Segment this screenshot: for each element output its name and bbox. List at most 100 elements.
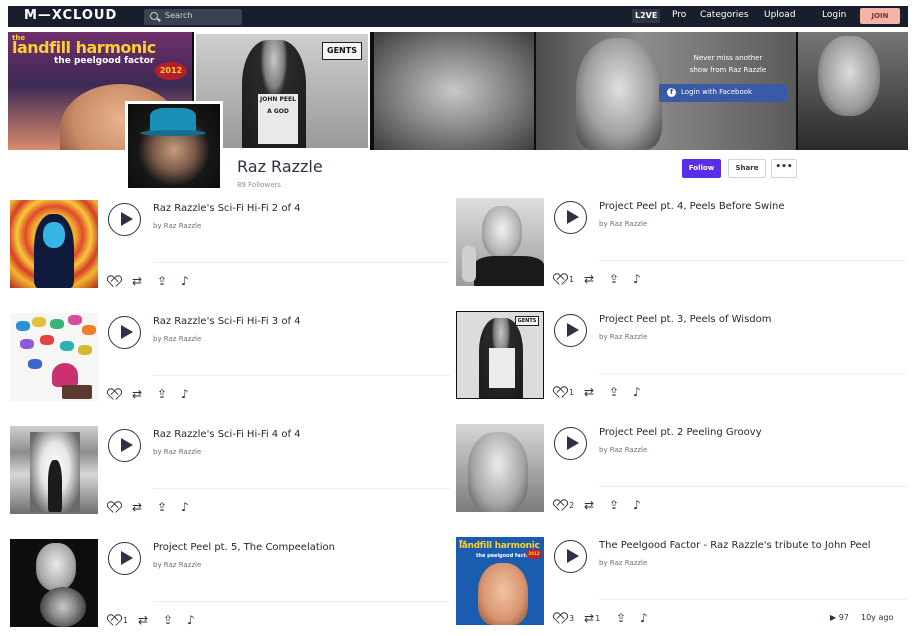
cover-subtitle: the peelgood factor [54, 56, 155, 66]
repost-button[interactable]: ⇄ [584, 272, 594, 286]
show-artwork[interactable]: the landfill harmonic the peelgood facto… [456, 537, 544, 625]
show-title[interactable]: Raz Razzle's Sci-Fi Hi-Fi 2 of 4 [153, 203, 301, 214]
play-button[interactable] [108, 203, 141, 236]
play-button[interactable] [554, 314, 587, 347]
show-title[interactable]: Raz Razzle's Sci-Fi Hi-Fi 3 of 4 [153, 316, 301, 327]
share-show-button[interactable]: ⇪ [163, 613, 173, 627]
show-card: GENTS Project Peel pt. 3, Peels of Wisdo… [456, 311, 907, 411]
show-title[interactable]: Project Peel pt. 4, Peels Before Swine [599, 201, 785, 212]
share-show-button[interactable]: ⇪ [616, 611, 626, 625]
repost-button[interactable]: ⇄1 [584, 611, 600, 627]
show-owner[interactable]: by Raz Razzle [153, 448, 201, 456]
live-link[interactable]: L2VE [632, 9, 661, 23]
show-owner[interactable]: by Raz Razzle [153, 561, 201, 569]
upload-share-icon: ⇪ [157, 274, 168, 288]
card-divider [599, 260, 907, 261]
play-button[interactable] [108, 429, 141, 462]
nav-login-link[interactable]: Login [822, 10, 846, 20]
show-title[interactable]: Project Peel pt. 5, The Compeelation [153, 542, 335, 553]
add-to-playlist-button[interactable]: ♪ [181, 274, 189, 288]
repost-button[interactable]: ⇄ [132, 274, 142, 288]
show-artwork[interactable]: GENTS [456, 311, 544, 399]
heart-icon [108, 502, 120, 513]
favorite-button[interactable]: 3 [554, 611, 574, 627]
share-button[interactable]: Share [728, 159, 766, 178]
add-to-playlist-button[interactable]: ♪ [181, 500, 189, 514]
show-artwork[interactable] [456, 198, 544, 286]
card-divider [599, 486, 907, 487]
show-artwork[interactable] [456, 424, 544, 512]
facebook-login-label: Login with Facebook [681, 88, 753, 96]
artwork-face [43, 222, 65, 248]
show-title[interactable]: The Peelgood Factor - Raz Razzle's tribu… [599, 540, 871, 551]
play-button[interactable] [108, 542, 141, 575]
nav-upload-link[interactable]: Upload [764, 10, 796, 20]
repost-icon: ⇄ [138, 613, 149, 627]
add-to-playlist-button[interactable]: ♪ [181, 387, 189, 401]
show-card: the landfill harmonic the peelgood facto… [456, 537, 907, 636]
share-show-button[interactable]: ⇪ [157, 274, 167, 288]
profile-avatar[interactable] [125, 101, 223, 191]
favorite-button[interactable]: 1 [554, 385, 574, 401]
play-button[interactable] [554, 201, 587, 234]
play-count-value: 97 [838, 613, 849, 622]
more-options-button[interactable]: ••• [771, 159, 797, 178]
gramophone-shape [52, 363, 78, 387]
add-to-playlist-button[interactable]: ♪ [633, 272, 641, 286]
show-title[interactable]: Project Peel pt. 2 Peeling Groovy [599, 427, 762, 438]
repost-button[interactable]: ⇄ [584, 498, 594, 512]
share-show-button[interactable]: ⇪ [609, 498, 619, 512]
show-artwork[interactable] [10, 426, 98, 514]
banner-photo-portrait [374, 32, 534, 150]
show-owner[interactable]: by Raz Razzle [599, 220, 647, 228]
add-to-playlist-button[interactable]: ♪ [187, 613, 195, 627]
show-artwork[interactable] [10, 200, 98, 288]
upload-share-icon: ⇪ [609, 498, 620, 512]
nav-categories-link[interactable]: Categories [700, 10, 749, 20]
show-artwork[interactable] [10, 313, 98, 401]
show-owner[interactable]: by Raz Razzle [153, 222, 201, 230]
search-input[interactable]: Search [144, 9, 242, 25]
favorite-button[interactable]: 1 [108, 613, 128, 629]
repost-button[interactable]: ⇄ [132, 500, 142, 514]
play-button[interactable] [554, 427, 587, 460]
follower-count[interactable]: 89 Followers [237, 181, 281, 189]
repost-button[interactable]: ⇄ [138, 613, 148, 627]
facebook-icon: f [667, 88, 676, 97]
play-button[interactable] [554, 540, 587, 573]
share-show-button[interactable]: ⇪ [157, 387, 167, 401]
follow-button[interactable]: Follow [682, 159, 721, 178]
play-button[interactable] [108, 316, 141, 349]
add-to-playlist-button[interactable]: ♪ [633, 498, 641, 512]
favorite-button[interactable]: 1 [554, 272, 574, 288]
facebook-login-button[interactable]: f Login with Facebook [659, 84, 787, 102]
artwork-shape [78, 345, 92, 355]
show-owner[interactable]: by Raz Razzle [153, 335, 201, 343]
artwork-shape [40, 335, 54, 345]
share-show-button[interactable]: ⇪ [157, 500, 167, 514]
join-button[interactable]: JOIN [860, 8, 900, 24]
add-to-playlist-button[interactable]: ♪ [633, 385, 641, 399]
share-show-button[interactable]: ⇪ [609, 385, 619, 399]
repost-button[interactable]: ⇄ [132, 387, 142, 401]
artwork-face [36, 543, 76, 591]
add-to-playlist-button[interactable]: ♪ [640, 611, 648, 625]
upload-share-icon: ⇪ [609, 272, 620, 286]
upload-share-icon: ⇪ [157, 500, 168, 514]
repost-button[interactable]: ⇄ [584, 385, 594, 399]
show-artwork[interactable] [10, 539, 98, 627]
favorite-button[interactable]: 2 [554, 498, 574, 514]
show-title[interactable]: Project Peel pt. 3, Peels of Wisdom [599, 314, 772, 325]
artwork-shape [28, 359, 42, 369]
hat-brim-shape [140, 130, 206, 136]
nav-pro-link[interactable]: Pro [672, 10, 686, 20]
show-owner[interactable]: by Raz Razzle [599, 559, 647, 567]
show-owner[interactable]: by Raz Razzle [599, 333, 647, 341]
show-title[interactable]: Raz Razzle's Sci-Fi Hi-Fi 4 of 4 [153, 429, 301, 440]
show-owner[interactable]: by Raz Razzle [599, 446, 647, 454]
share-show-button[interactable]: ⇪ [609, 272, 619, 286]
repost-icon: ⇄ [584, 385, 595, 399]
play-count: ▶ 97 [830, 613, 849, 622]
profile-name: Raz Razzle [237, 157, 323, 176]
mixcloud-logo[interactable]: M—XCLOUD [24, 8, 117, 23]
